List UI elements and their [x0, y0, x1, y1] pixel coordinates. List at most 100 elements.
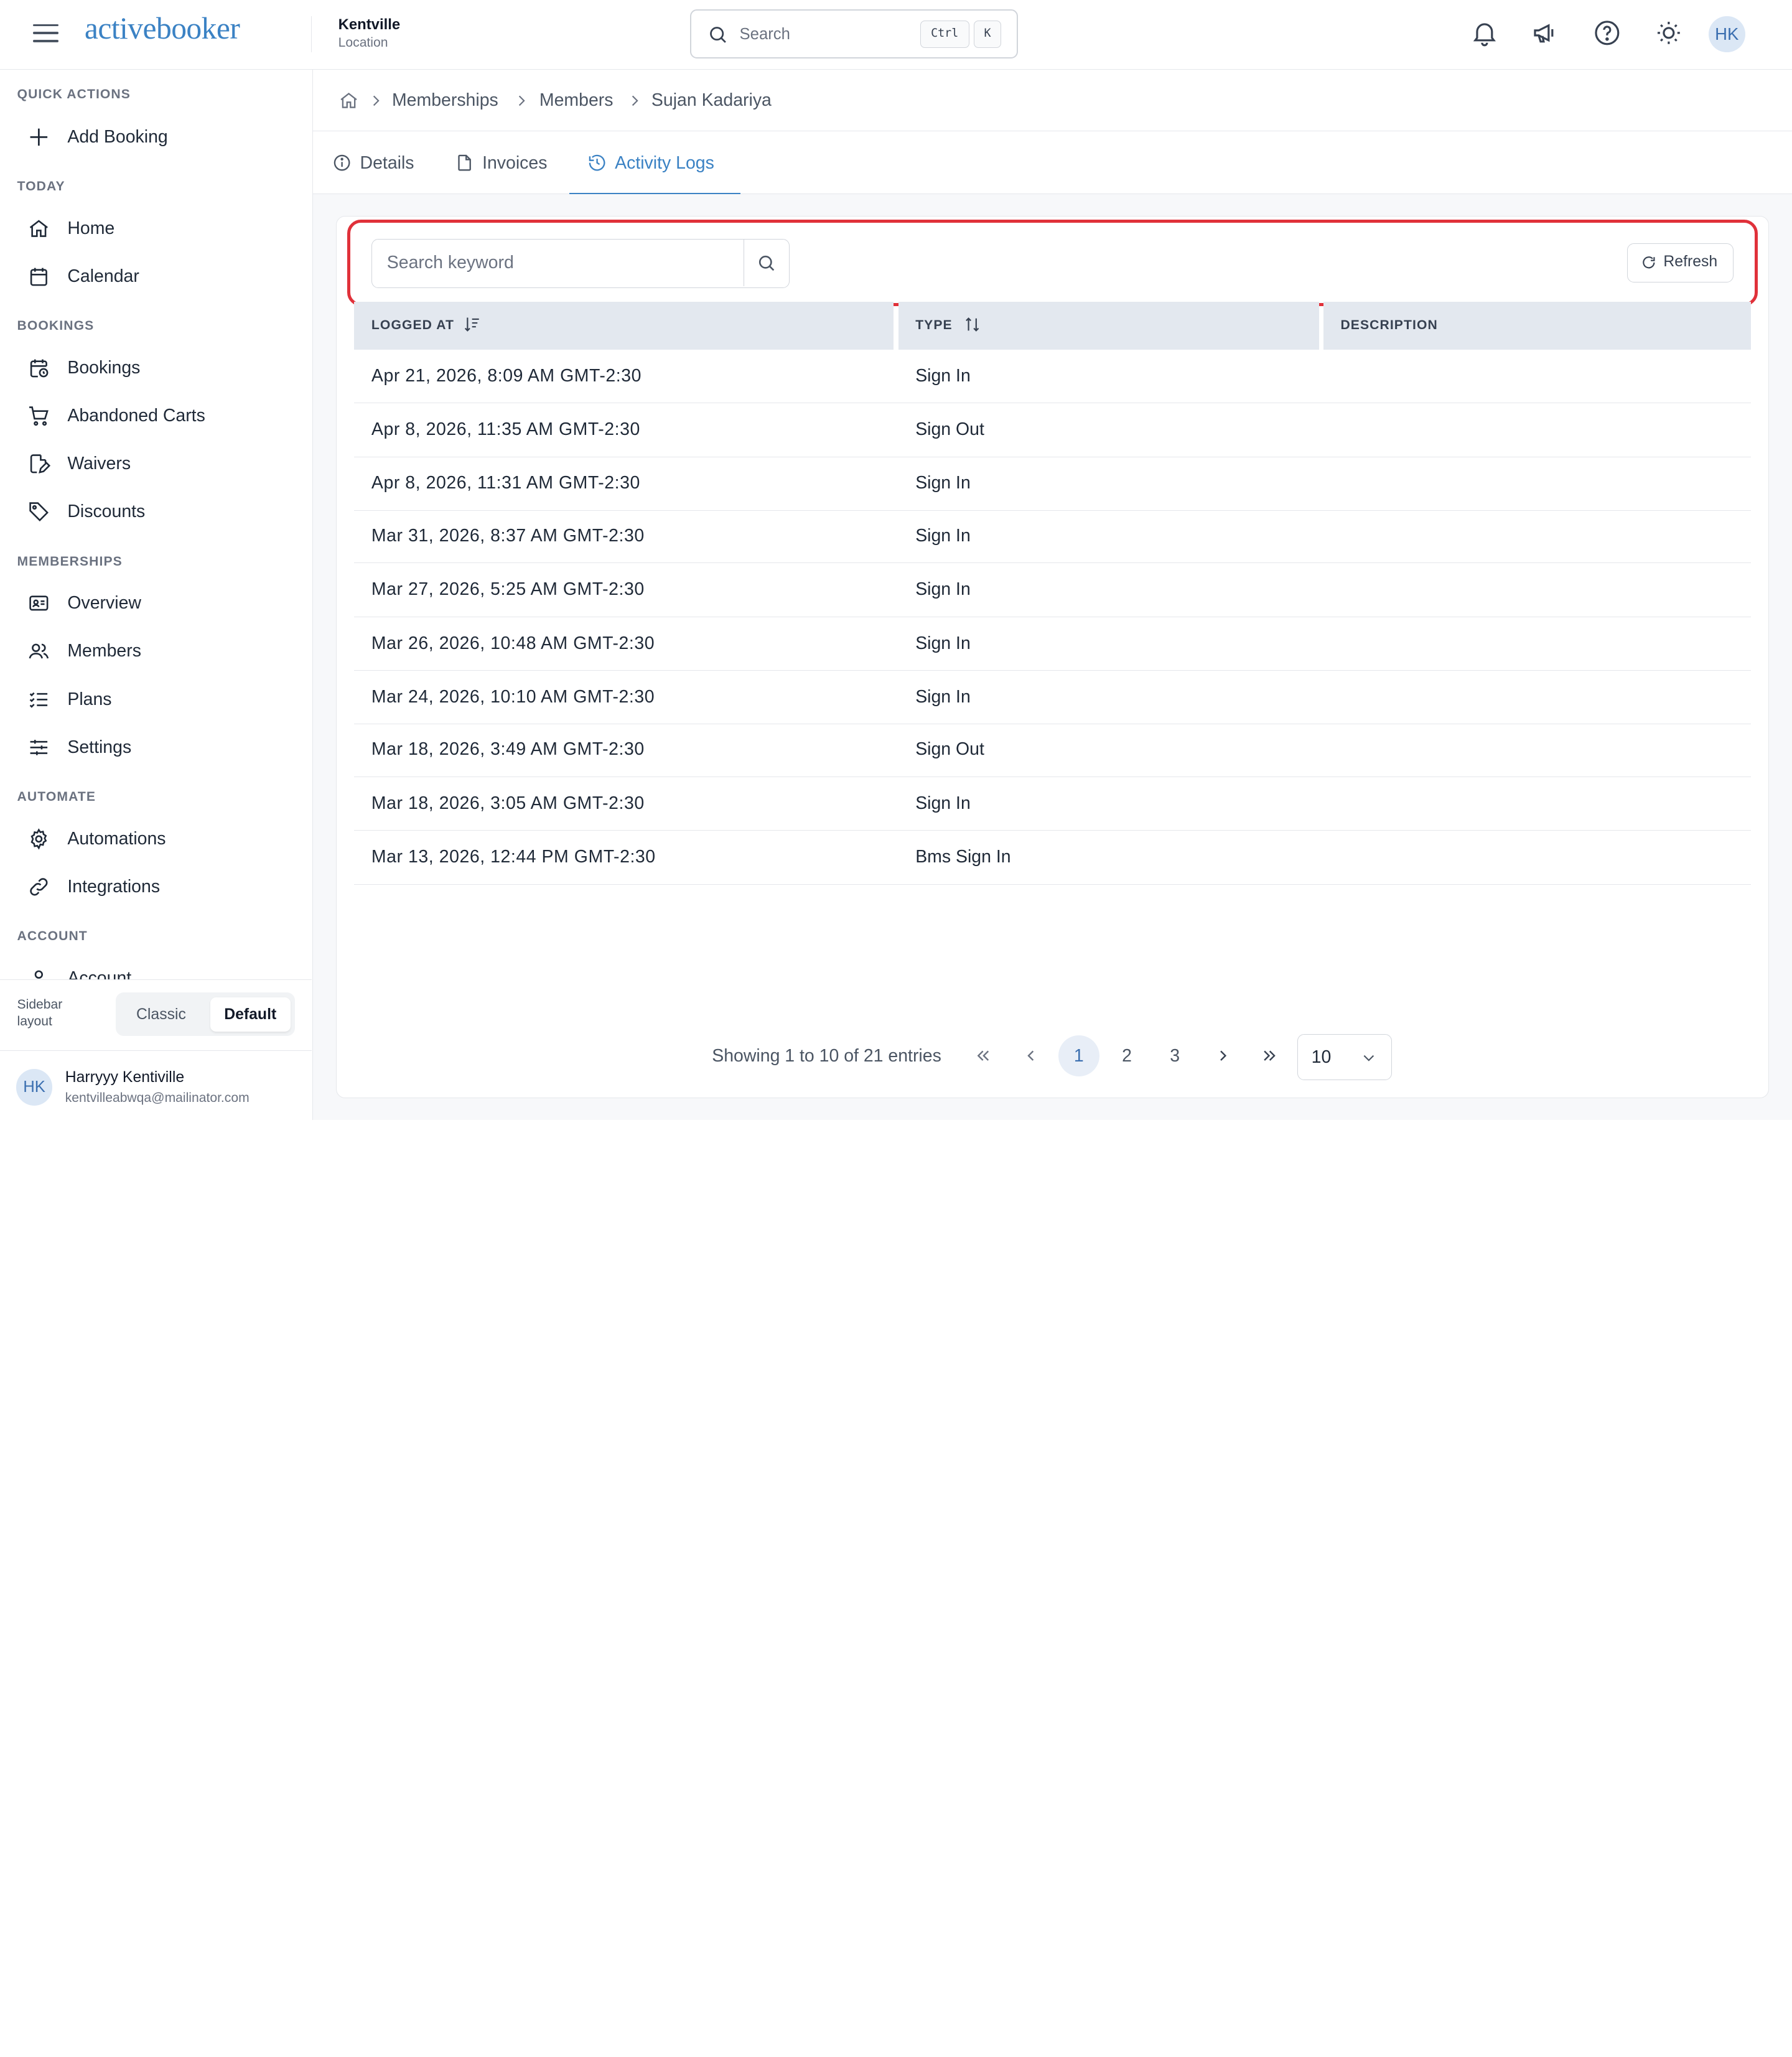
section-quick-actions: QUICK ACTIONS — [17, 86, 131, 101]
sidebar-item-label: Bookings — [67, 357, 141, 378]
location-sublabel: Location — [338, 35, 388, 50]
layout-segmented-control: Classic Default — [115, 992, 295, 1037]
sidebar-item-automations[interactable]: Automations — [27, 818, 290, 859]
sidebar-item-bookings[interactable]: Bookings — [27, 347, 290, 388]
home-icon — [29, 220, 49, 237]
table-row: Mar 18, 2026, 3:49 AM GMT-2:30 Sign Out — [354, 724, 1751, 777]
sidebar-item-overview[interactable]: Overview — [27, 583, 290, 624]
sidebar-item-home[interactable]: Home — [27, 208, 290, 249]
help-icon[interactable] — [1592, 18, 1622, 48]
brand-logo[interactable]: activebooker — [85, 11, 240, 46]
last-page-button[interactable] — [1249, 1035, 1290, 1076]
layout-default-option[interactable]: Default — [210, 997, 291, 1032]
cell-logged-at: Mar 31, 2026, 8:37 AM GMT-2:30 — [371, 525, 645, 546]
file-icon — [458, 154, 471, 171]
sidebar-item-abandoned-carts[interactable]: Abandoned Carts — [27, 395, 290, 436]
next-page-button[interactable] — [1202, 1035, 1243, 1076]
chevron-right-icon — [373, 95, 380, 106]
sidebar-item-label: Add Booking — [67, 126, 168, 147]
column-description: DESCRIPTION — [1323, 301, 1751, 350]
cell-type: Sign In — [915, 633, 971, 653]
refresh-button[interactable]: Refresh — [1627, 243, 1734, 282]
megaphone-icon[interactable] — [1530, 18, 1560, 48]
tab-label: Details — [360, 153, 414, 174]
location-name: Kentville — [338, 16, 401, 33]
id-card-icon — [29, 595, 49, 611]
breadcrumb-memberships[interactable]: Memberships — [392, 90, 498, 111]
sidebar-item-calendar[interactable]: Calendar — [27, 256, 290, 297]
menu-toggle-icon[interactable] — [30, 19, 62, 47]
global-search[interactable]: Search Ctrl K — [690, 9, 1019, 58]
search-icon — [710, 26, 726, 43]
chevron-right-icon — [632, 95, 638, 106]
sun-icon[interactable] — [1654, 18, 1684, 48]
users-icon — [29, 643, 49, 658]
sidebar-item-label: Automations — [67, 828, 166, 849]
first-page-button[interactable] — [963, 1035, 1004, 1076]
keyword-search-input[interactable] — [373, 240, 742, 286]
page-size-select[interactable]: 10 — [1297, 1034, 1393, 1080]
column-logged-at[interactable]: LOGGED AT — [354, 301, 894, 350]
user-avatar[interactable]: HK — [1708, 16, 1745, 53]
cell-type: Sign In — [915, 473, 971, 493]
sort-descending-icon — [464, 317, 479, 332]
refresh-icon — [1642, 256, 1655, 269]
global-search-placeholder: Search — [739, 25, 790, 43]
cell-logged-at: Mar 24, 2026, 10:10 AM GMT-2:30 — [371, 686, 655, 707]
sidebar-item-members[interactable]: Members — [27, 631, 290, 672]
section-memberships: MEMBERSHIPS — [17, 554, 123, 569]
sidebar-item-label: Home — [67, 218, 115, 238]
page-size-value: 10 — [1311, 1047, 1332, 1068]
breadcrumb: Memberships Members Sujan Kadariya — [313, 70, 1792, 132]
sidebar-item-label: Overview — [67, 593, 141, 613]
gear-icon — [30, 828, 47, 850]
keyword-search-button[interactable] — [743, 239, 789, 287]
table-row: Apr 8, 2026, 11:31 AM GMT-2:30 Sign In — [354, 457, 1751, 511]
sidebar-item-label: Integrations — [67, 876, 161, 897]
sidebar-item-add-booking[interactable]: Add Booking — [27, 116, 290, 157]
location-switcher[interactable]: Kentville Location — [338, 16, 400, 51]
home-icon[interactable] — [338, 90, 359, 111]
layout-classic-option[interactable]: Classic — [123, 997, 200, 1032]
chevron-right-icon — [1220, 1050, 1226, 1061]
header-divider — [310, 16, 312, 53]
checklist-icon — [29, 692, 48, 708]
sidebar-layout-switcher: Sidebar layout Classic Default — [0, 979, 312, 1050]
user-email: kentvilleabwqa@mailinator.com — [65, 1091, 250, 1106]
column-label: DESCRIPTION — [1340, 317, 1438, 332]
column-type[interactable]: TYPE — [898, 301, 1319, 350]
bell-icon[interactable] — [1470, 18, 1500, 48]
breadcrumb-members[interactable]: Members — [539, 90, 614, 111]
previous-page-button[interactable] — [1010, 1035, 1052, 1076]
search-icon — [758, 255, 775, 271]
avatar: HK — [16, 1069, 53, 1106]
sidebar-item-integrations[interactable]: Integrations — [27, 866, 290, 907]
user-name: Harryyy Kentiville — [65, 1069, 185, 1086]
sidebar-layout-label: Sidebar layout — [17, 997, 63, 1029]
cell-logged-at: Apr 21, 2026, 8:09 AM GMT-2:30 — [371, 365, 642, 386]
tab-invoices[interactable]: Invoices — [455, 131, 558, 194]
page-button-1[interactable]: 1 — [1058, 1035, 1099, 1077]
shortcut-k-key: K — [974, 21, 1002, 49]
tab-activity-logs[interactable]: Activity Logs — [569, 131, 741, 196]
chevrons-right-icon — [1264, 1050, 1276, 1061]
cell-logged-at: Apr 8, 2026, 11:35 AM GMT-2:30 — [371, 419, 640, 440]
page-button-2[interactable]: 2 — [1106, 1035, 1147, 1076]
plus-icon — [30, 128, 48, 146]
sidebar-item-discounts[interactable]: Discounts — [27, 492, 290, 533]
sidebar-item-waivers[interactable]: Waivers — [27, 444, 290, 485]
sidebar-user-card[interactable]: HK Harryyy Kentiville kentvilleabwqa@mai… — [0, 1050, 312, 1120]
tab-details[interactable]: Details — [332, 131, 424, 194]
sliders-icon — [30, 739, 48, 755]
chevron-down-icon — [1363, 1055, 1374, 1061]
page-button-3[interactable]: 3 — [1154, 1035, 1195, 1076]
sidebar-item-plans[interactable]: Plans — [27, 679, 290, 720]
table-row: Mar 27, 2026, 5:25 AM GMT-2:30 Sign In — [354, 563, 1751, 617]
section-account: ACCOUNT — [17, 929, 88, 944]
column-label: TYPE — [915, 317, 953, 332]
breadcrumb-current: Sujan Kadariya — [651, 90, 772, 111]
sidebar-item-settings[interactable]: Settings — [27, 727, 290, 768]
cell-type: Sign Out — [915, 419, 984, 440]
chevrons-left-icon — [977, 1050, 989, 1061]
table-row: Apr 8, 2026, 11:35 AM GMT-2:30 Sign Out — [354, 403, 1751, 457]
